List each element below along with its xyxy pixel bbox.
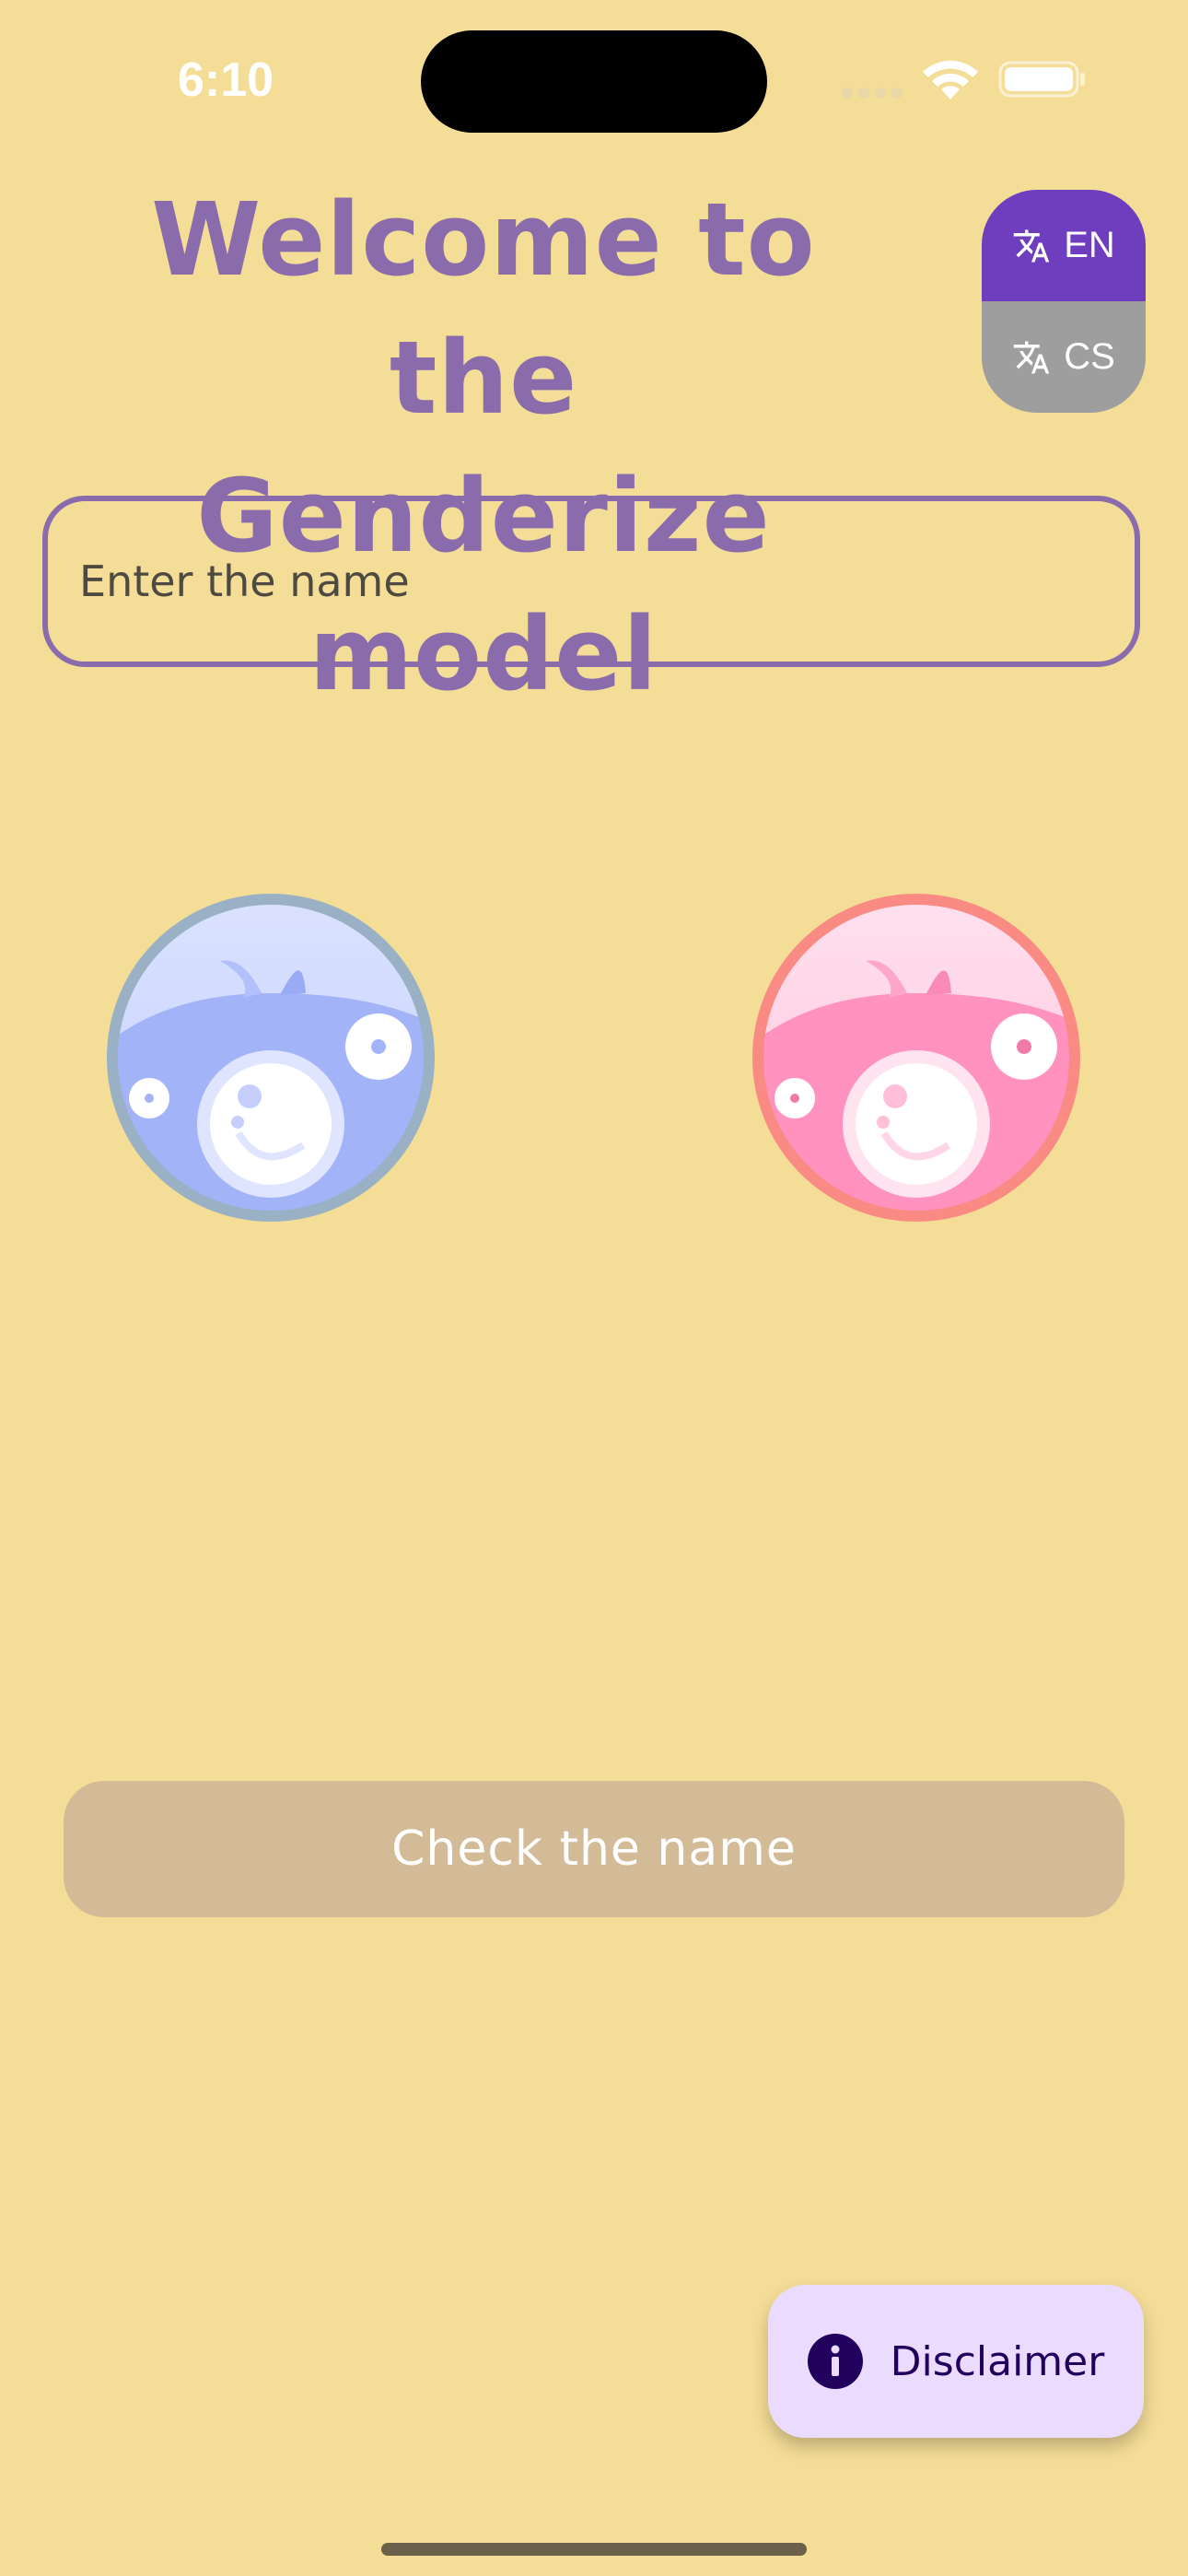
language-option-cs[interactable]: CS <box>982 301 1146 413</box>
female-avatar-icon <box>752 894 1080 1222</box>
language-toggle: EN CS <box>982 190 1146 413</box>
name-input[interactable] <box>42 496 1140 667</box>
cellular-signal-icon <box>842 88 903 99</box>
translate-icon <box>1013 229 1050 262</box>
disclaimer-button[interactable]: Disclaimer <box>768 2285 1144 2438</box>
disclaimer-label: Disclaimer <box>890 2337 1105 2385</box>
wifi-icon <box>923 60 978 100</box>
male-avatar-icon <box>107 894 435 1222</box>
status-time: 6:10 <box>177 53 274 107</box>
page-title: Welcome to the Genderize model <box>151 181 816 713</box>
home-indicator[interactable] <box>381 2543 807 2556</box>
check-name-button[interactable]: Check the name <box>64 1781 1124 1917</box>
language-label-en: EN <box>1064 225 1115 265</box>
dynamic-island <box>421 30 767 133</box>
language-option-en[interactable]: EN <box>982 190 1146 301</box>
battery-icon <box>998 61 1085 98</box>
language-label-cs: CS <box>1064 336 1115 377</box>
info-icon <box>807 2334 863 2389</box>
translate-icon <box>1013 341 1050 373</box>
